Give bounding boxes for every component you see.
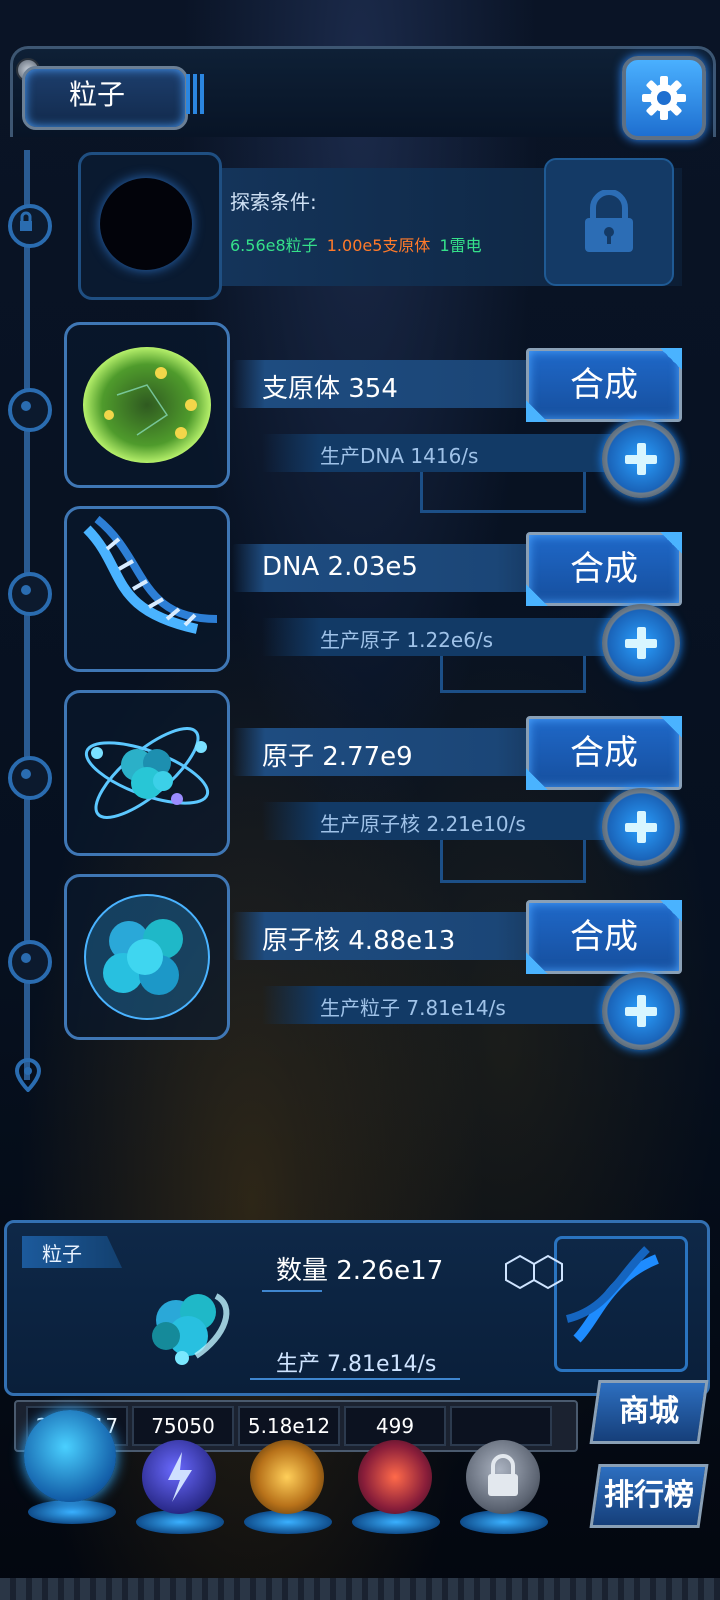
synthesize-button[interactable]: 合成 (526, 348, 682, 422)
rail-node (8, 756, 52, 800)
item-production: 生产DNA 1416/s (320, 444, 479, 468)
page-title: 粒子 (68, 78, 125, 111)
shop-label: 商城 (619, 1394, 679, 1429)
explore-costs: 6.56e8粒子 1.00e5支原体 1雷电 (230, 232, 482, 256)
item-name: 支原体 354 (262, 374, 398, 404)
synthesize-button[interactable]: 合成 (526, 716, 682, 790)
synthesize-label: 合成 (570, 365, 638, 405)
summary-tag-label: 粒子 (42, 1242, 82, 1266)
synthesize-button[interactable]: 合成 (526, 900, 682, 974)
gear-icon (642, 76, 686, 120)
item-icon-frame (64, 322, 230, 488)
ranking-button[interactable]: 排行榜 (589, 1464, 709, 1528)
upgrade-plus-button[interactable] (602, 604, 680, 682)
lightning-icon (168, 1452, 192, 1502)
black-hole-icon (100, 178, 192, 270)
mycoplasma-cell-icon (83, 347, 211, 463)
summary-production: 生产 7.81e14/s (276, 1352, 437, 1377)
padlock-icon (488, 1454, 518, 1496)
synthesize-button[interactable]: 合成 (526, 532, 682, 606)
locked-explore-button[interactable] (544, 158, 674, 286)
upgrade-plus-button[interactable] (602, 788, 680, 866)
item-icon-frame (64, 506, 230, 672)
item-icon-frame (64, 690, 230, 856)
cost-mycoplasma: 1.00e5支原体 (326, 236, 431, 255)
explore-condition-label: 探索条件: (230, 190, 317, 214)
lock-icon (20, 211, 32, 231)
cost-lightning: 1雷电 (439, 236, 482, 255)
item-icon-frame (64, 874, 230, 1040)
item-production: 生产原子核 2.21e10/s (320, 812, 526, 836)
upgrade-plus-button[interactable] (602, 972, 680, 1050)
dna-helix-icon (83, 515, 218, 634)
orb-base (28, 1500, 116, 1524)
map-pin-icon (14, 1058, 42, 1092)
brain-orb-tab[interactable] (358, 1440, 432, 1514)
title-stripes (186, 74, 206, 114)
item-production: 生产粒子 7.81e14/s (320, 996, 506, 1020)
rail-lock-node (8, 204, 52, 248)
upgrade-plus-button[interactable] (602, 420, 680, 498)
item-production: 生产原子 1.22e6/s (320, 628, 494, 652)
rail-node (8, 572, 52, 616)
synthesize-label: 合成 (570, 917, 638, 957)
rail-node (8, 940, 52, 984)
circuit-decoration (440, 650, 586, 693)
molecule-icon (505, 1254, 563, 1290)
item-name: DNA 2.03e5 (262, 552, 418, 582)
nucleus-icon (84, 894, 210, 1020)
circuit-decoration (440, 840, 586, 883)
settings-button[interactable] (622, 56, 706, 140)
atom-icon (84, 727, 210, 819)
item-name: 原子 2.77e9 (262, 742, 413, 772)
lightning-orb-tab[interactable] (142, 1440, 216, 1514)
synthesize-label: 合成 (570, 733, 638, 773)
nebula-orb-tab[interactable] (250, 1440, 324, 1514)
particle-orb-tab[interactable] (24, 1410, 116, 1502)
connector-line (250, 1378, 460, 1380)
bottom-edge-decoration (0, 1578, 720, 1600)
ranking-label: 排行榜 (604, 1478, 694, 1513)
item-name: 原子核 4.88e13 (262, 926, 456, 956)
padlock-icon (585, 190, 633, 252)
circuit-decoration (420, 470, 586, 513)
shop-button[interactable]: 商城 (589, 1380, 709, 1444)
particle-cluster-icon (152, 1293, 230, 1365)
synthesize-label: 合成 (570, 549, 638, 589)
summary-count: 数量 2.26e17 (276, 1256, 444, 1286)
connector-line (262, 1290, 322, 1292)
rail-node (8, 388, 52, 432)
locked-orb-tab[interactable] (466, 1440, 540, 1514)
cost-particles: 6.56e8粒子 (230, 236, 318, 255)
